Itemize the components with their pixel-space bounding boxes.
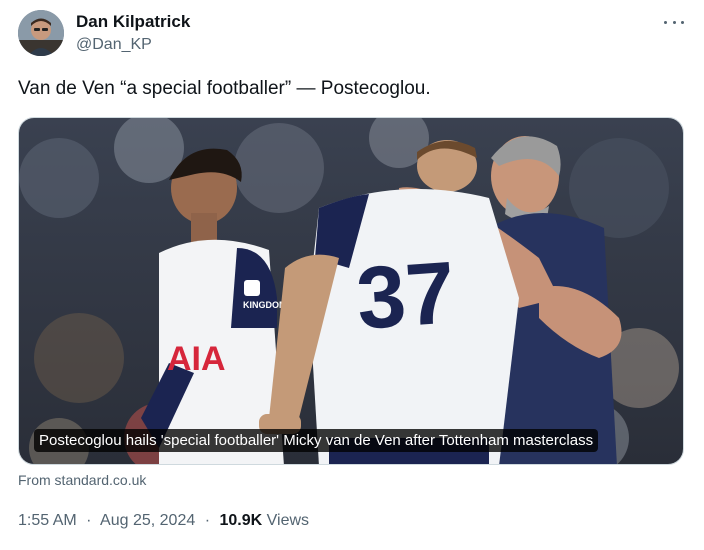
meta-separator: · — [86, 512, 92, 529]
author-handle[interactable]: @Dan_KP — [76, 36, 152, 54]
tweet-time[interactable]: 1:55 AM — [18, 512, 77, 529]
tweet-media[interactable]: AIA KINGDOM 37 Postecoglou hails 'specia… — [18, 117, 684, 465]
tweet-text: Van de Ven “a special footballer” — Post… — [18, 78, 431, 99]
media-photo: AIA KINGDOM 37 — [19, 118, 683, 464]
tweet-meta: 1:55 AM · Aug 25, 2024 · 10.9K Views — [18, 512, 309, 530]
svg-text:AIA: AIA — [167, 340, 226, 378]
more-options-icon[interactable] — [664, 14, 684, 30]
author-name[interactable]: Dan Kilpatrick — [76, 12, 190, 32]
svg-text:KINGDOM: KINGDOM — [243, 300, 287, 310]
media-caption: Postecoglou hails 'special footballer' M… — [34, 429, 599, 452]
link-source[interactable]: From standard.co.uk — [18, 472, 146, 488]
views-count[interactable]: 10.9K — [219, 512, 262, 529]
tweet-date[interactable]: Aug 25, 2024 — [100, 512, 195, 529]
meta-separator: · — [204, 512, 211, 529]
svg-text:37: 37 — [353, 242, 458, 348]
author-avatar[interactable] — [18, 10, 64, 56]
views-label: Views — [266, 512, 310, 529]
